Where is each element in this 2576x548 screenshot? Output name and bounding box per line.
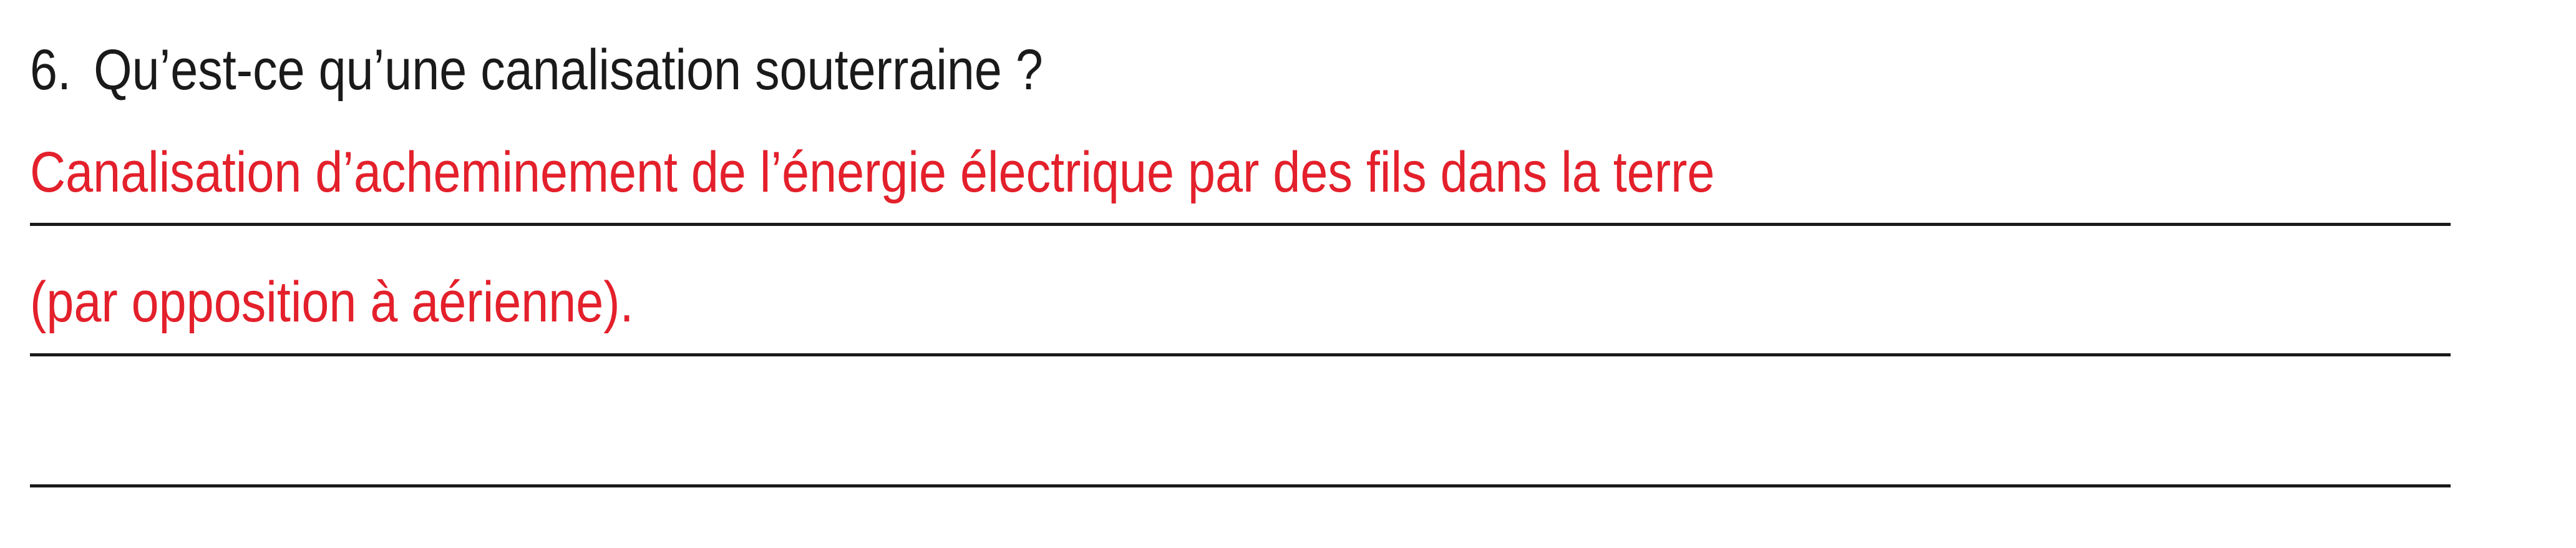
answer-line-2: (par opposition à aérienne). [30, 270, 634, 334]
answer-rule-2 [30, 353, 2451, 356]
question: 6. Qu’est-ce qu’une canalisation souterra… [30, 32, 1043, 107]
answer-line-1: Canalisation d’acheminement de l’énergie… [30, 140, 1715, 204]
question-number: 6. [30, 38, 71, 102]
answer-rule-1 [30, 223, 2451, 226]
question-text: Qu’est-ce qu’une canalisation souterrain… [94, 38, 1043, 102]
answer-rule-3 [30, 484, 2451, 487]
